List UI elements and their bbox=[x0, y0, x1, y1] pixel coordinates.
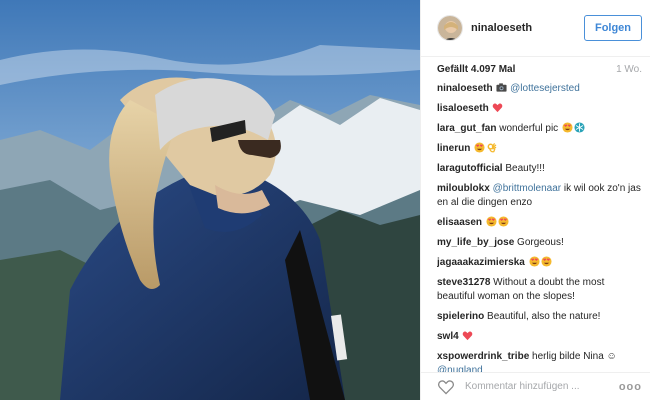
post-header: ninaloeseth Folgen bbox=[421, 0, 650, 57]
likes-count[interactable]: Gefällt 4.097 Mal bbox=[437, 64, 515, 75]
comment-footer: ooo bbox=[421, 372, 650, 400]
post-photo[interactable] bbox=[0, 0, 420, 400]
comment-text: wonderful pic bbox=[499, 123, 559, 134]
comment-item: linerun bbox=[437, 142, 642, 156]
comment-username[interactable]: laragutofficial bbox=[437, 163, 503, 174]
comment-text: Beautiful, also the nature! bbox=[487, 311, 601, 322]
comment-item: elisaasen bbox=[437, 216, 642, 230]
comment-item: lisaloeseth bbox=[437, 102, 642, 116]
comment-username[interactable]: lara_gut_fan bbox=[437, 123, 496, 134]
comment-mention-link[interactable]: @lottesejersted bbox=[510, 83, 580, 94]
heart-emoji-icon bbox=[463, 331, 473, 341]
ok-hand-emoji-icon bbox=[487, 143, 497, 153]
post-meta: Gefällt 4.097 Mal 1 Wo. bbox=[421, 58, 650, 80]
heart-eyes-emoji-icon bbox=[486, 216, 497, 227]
comment-text: Gorgeous! bbox=[517, 237, 564, 248]
comment-item: my_life_by_jose Gorgeous! bbox=[437, 236, 642, 250]
comment-input[interactable] bbox=[465, 381, 619, 392]
comment-mention-link[interactable]: @nugland bbox=[437, 365, 483, 372]
comment-username[interactable]: swl4 bbox=[437, 331, 459, 342]
comment-item: spielerino Beautiful, also the nature! bbox=[437, 310, 642, 324]
follow-button[interactable]: Folgen bbox=[584, 15, 642, 41]
comment-username[interactable]: xspowerdrink_tribe bbox=[437, 351, 529, 362]
comment-username[interactable]: linerun bbox=[437, 143, 470, 154]
comment-item: steve31278 Without a doubt the most beau… bbox=[437, 276, 642, 304]
comment-username[interactable]: spielerino bbox=[437, 311, 484, 322]
comment-text: Beauty!!! bbox=[505, 163, 545, 174]
heart-eyes-emoji-icon bbox=[529, 256, 540, 267]
comment-item: laragutofficial Beauty!!! bbox=[437, 162, 642, 176]
comment-username[interactable]: ninaloeseth bbox=[437, 83, 493, 94]
comment-username[interactable]: miloublokx bbox=[437, 183, 490, 194]
heart-eyes-emoji-icon bbox=[498, 216, 509, 227]
heart-eyes-emoji-icon bbox=[474, 142, 485, 153]
comment-username[interactable]: jagaaakazimierska bbox=[437, 257, 525, 268]
heart-eyes-emoji-icon bbox=[562, 122, 573, 133]
post-time[interactable]: 1 Wo. bbox=[616, 64, 642, 75]
comment-username[interactable]: my_life_by_jose bbox=[437, 237, 514, 248]
photo-scene bbox=[0, 0, 420, 400]
comment-item: xspowerdrink_tribe herlig bilde Nina ☺ @… bbox=[437, 350, 642, 372]
more-options-icon[interactable]: ooo bbox=[619, 381, 642, 393]
comment-item: ninaloeseth @lottesejersted bbox=[437, 82, 642, 96]
heart-outline-icon[interactable] bbox=[437, 379, 455, 395]
post-author-username[interactable]: ninaloeseth bbox=[471, 22, 584, 34]
avatar[interactable] bbox=[437, 15, 463, 41]
snowflake-emoji-icon bbox=[574, 122, 585, 133]
heart-emoji-icon bbox=[493, 103, 503, 113]
avatar-image bbox=[438, 16, 462, 40]
comment-username[interactable]: elisaasen bbox=[437, 217, 482, 228]
comment-mention-link[interactable]: @brittmolenaar bbox=[493, 183, 562, 194]
comment-item: swl4 bbox=[437, 330, 642, 344]
post-panel: ninaloeseth Folgen Gefällt 4.097 Mal 1 W… bbox=[420, 0, 650, 400]
comments-list: ninaloeseth @lottesejersted lisaloeseth … bbox=[437, 82, 642, 372]
comment-item: jagaaakazimierska bbox=[437, 256, 642, 270]
comment-username[interactable]: lisaloeseth bbox=[437, 103, 489, 114]
comment-text: herlig bilde Nina ☺ bbox=[532, 351, 617, 362]
camera-emoji-icon bbox=[496, 83, 507, 92]
heart-eyes-emoji-icon bbox=[541, 256, 552, 267]
comment-username[interactable]: steve31278 bbox=[437, 277, 490, 288]
comment-item: lara_gut_fan wonderful pic bbox=[437, 122, 642, 136]
comment-item: miloublokx @brittmolenaar ik wil ook zo'… bbox=[437, 182, 642, 210]
